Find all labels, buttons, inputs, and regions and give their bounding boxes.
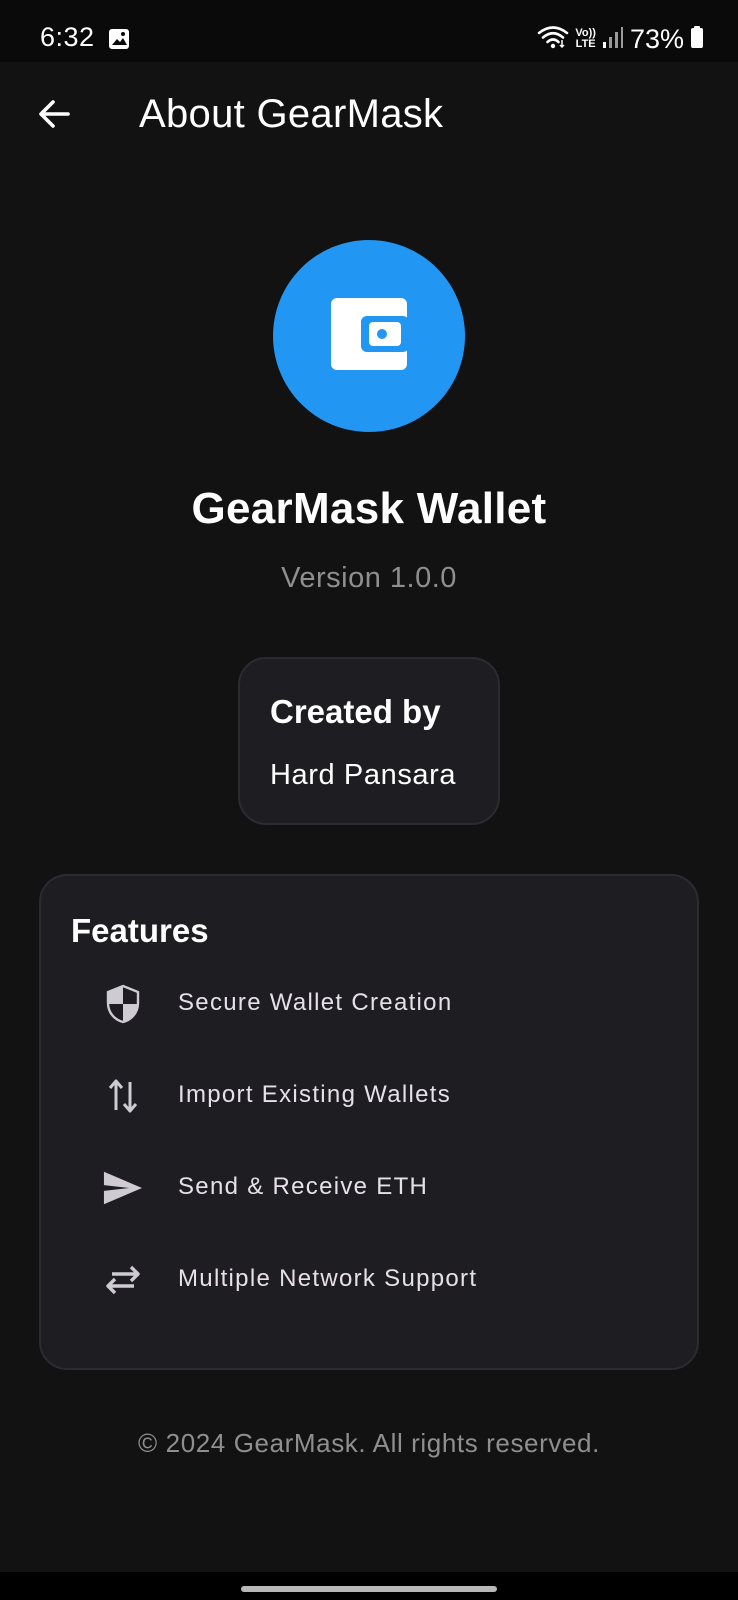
app-bar: About GearMask — [0, 62, 738, 172]
wifi-icon — [537, 25, 569, 54]
creator-name: Hard Pansara — [270, 759, 457, 791]
feature-label: Secure Wallet Creation — [178, 989, 453, 1016]
home-indicator[interactable] — [241, 1586, 497, 1592]
page-title: About GearMask — [139, 92, 444, 136]
feature-label: Import Existing Wallets — [178, 1081, 452, 1108]
app-version: Version 1.0.0 — [281, 562, 457, 594]
feature-item-import-wallets: Import Existing Wallets — [41, 1066, 697, 1126]
status-time: 6:32 — [40, 22, 95, 52]
battery-percentage: 73% — [629, 23, 684, 54]
battery-icon — [690, 25, 704, 54]
navigation-bar — [0, 1572, 738, 1600]
send-icon — [103, 1168, 143, 1208]
feature-item-send-receive: Send & Receive ETH — [41, 1158, 697, 1218]
volte-label-bottom: LTE — [575, 38, 596, 50]
feature-label: Multiple Network Support — [178, 1265, 478, 1292]
swap-horiz-icon — [103, 1260, 143, 1300]
created-by-card: Created by Hard Pansara — [238, 657, 500, 825]
signal-icon — [602, 25, 624, 54]
created-by-label: Created by — [270, 693, 441, 730]
gallery-icon — [108, 28, 130, 50]
feature-item-secure-wallet: Secure Wallet Creation — [41, 974, 697, 1034]
features-title: Features — [71, 912, 209, 949]
app-logo — [273, 240, 465, 432]
arrow-left-icon — [36, 96, 72, 137]
status-bar: 6:32 Vo)) LTE 73% — [0, 0, 738, 62]
wallet-icon — [331, 297, 409, 375]
feature-item-multi-network: Multiple Network Support — [41, 1250, 697, 1310]
import-export-icon — [103, 1076, 143, 1116]
copyright-footer: © 2024 GearMask. All rights reserved. — [138, 1428, 600, 1458]
about-screen: 6:32 Vo)) LTE 73% About GearMask GearMas… — [0, 0, 738, 1600]
features-card: Features Secure Wallet Creation Import E… — [39, 874, 699, 1370]
shield-icon — [103, 984, 143, 1024]
feature-label: Send & Receive ETH — [178, 1173, 429, 1200]
back-button[interactable] — [28, 90, 80, 142]
volte-icon: Vo)) LTE — [575, 28, 596, 50]
status-icons: Vo)) LTE 73% — [537, 22, 704, 56]
app-name: GearMask Wallet — [191, 484, 547, 533]
